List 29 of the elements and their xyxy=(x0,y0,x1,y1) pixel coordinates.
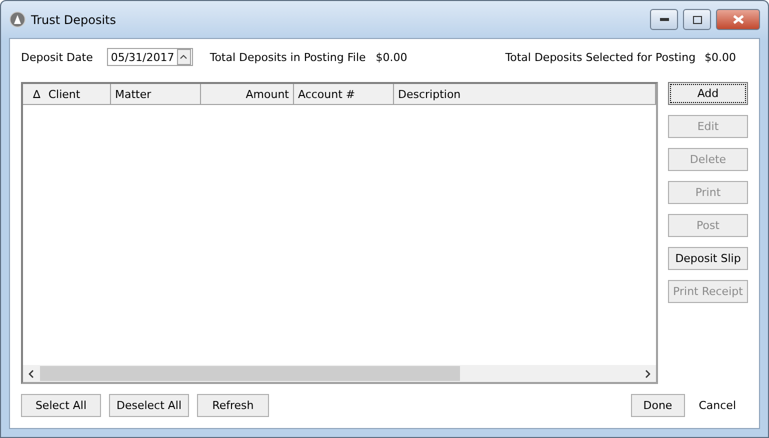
total-label: Total Deposits Selected for Posting xyxy=(505,50,696,64)
action-button[interactable]: Refresh xyxy=(197,394,269,417)
cancel-link[interactable]: Cancel xyxy=(698,399,736,412)
column-header[interactable]: Description xyxy=(394,84,656,104)
maximize-button[interactable] xyxy=(683,9,711,30)
column-header[interactable]: ∆ Client xyxy=(23,84,111,104)
deposit-date-field[interactable]: 05/31/2017 xyxy=(106,48,193,66)
total-value: $0.00 xyxy=(376,50,408,64)
action-button[interactable]: Deselect All xyxy=(109,394,189,417)
column-header[interactable]: Account # xyxy=(294,84,394,104)
minimize-button[interactable] xyxy=(650,9,678,30)
horizontal-scrollbar[interactable] xyxy=(23,365,656,382)
sort-mark: ∆ xyxy=(32,88,40,100)
deposit-date-label: Deposit Date xyxy=(21,50,93,64)
window-title: Trust Deposits xyxy=(31,12,118,26)
action-button[interactable]: Deposit Slip xyxy=(668,247,748,270)
minimize-icon xyxy=(660,18,668,21)
maximize-icon xyxy=(692,16,702,24)
action-button[interactable]: Select All xyxy=(21,394,101,417)
caret-icon xyxy=(180,55,188,59)
total-label: Total Deposits in Posting File xyxy=(210,50,366,64)
action-button[interactable]: Add xyxy=(668,82,748,105)
total-value: $0.00 xyxy=(704,50,736,64)
close-icon xyxy=(732,15,744,24)
done-button[interactable]: Done xyxy=(630,394,685,417)
column-header[interactable]: Amount xyxy=(201,84,294,104)
close-button[interactable] xyxy=(716,9,760,30)
app-logo-icon xyxy=(9,11,26,28)
column-header[interactable]: Matter xyxy=(111,84,201,104)
